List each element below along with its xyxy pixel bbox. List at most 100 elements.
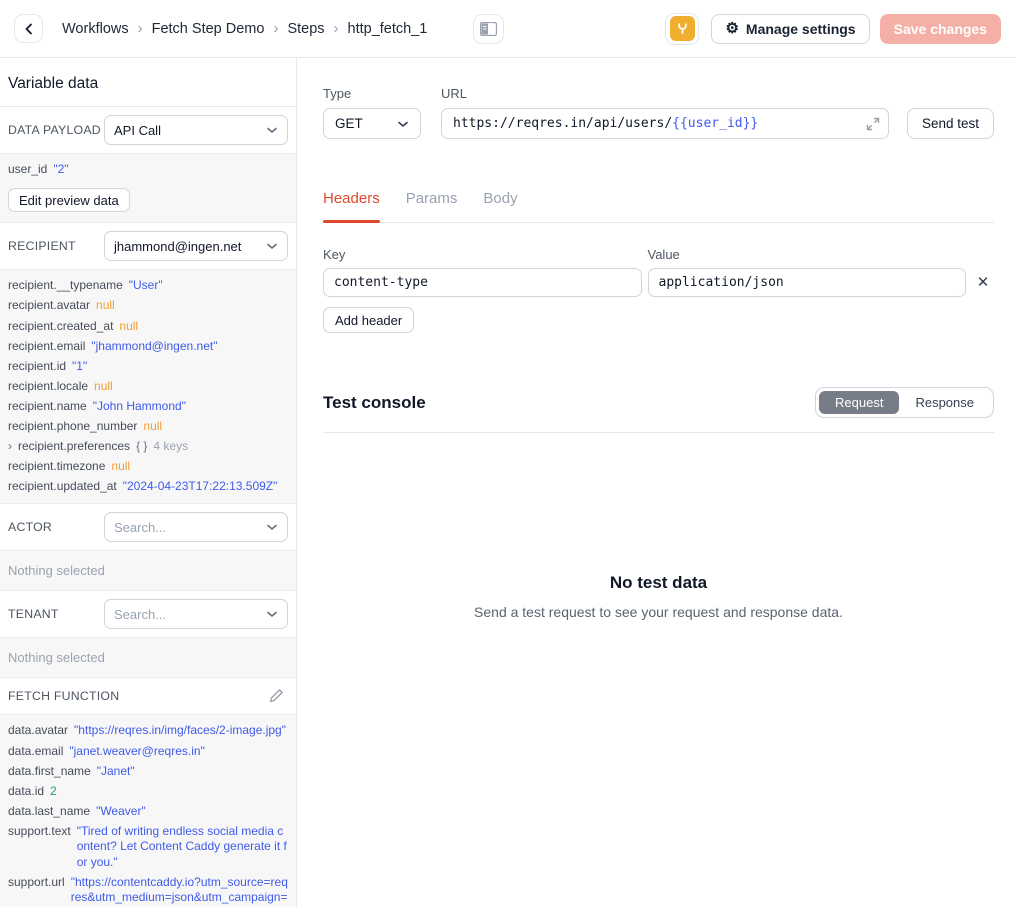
remove-header-button[interactable]: ✕: [972, 273, 994, 292]
toggle-request[interactable]: Request: [819, 391, 899, 414]
tenant-label: TENANT: [8, 607, 59, 621]
kv-value: null: [111, 459, 288, 475]
kv-row: recipient.id "1": [0, 356, 296, 376]
kv-row: recipient.name "John Hammond": [0, 397, 296, 417]
edit-fetch-function-button[interactable]: [264, 686, 288, 706]
fetch-function-section-header: FETCH FUNCTION: [0, 678, 296, 714]
breadcrumb-separator: ›: [273, 20, 278, 37]
kv-value: null: [94, 379, 288, 395]
chevron-down-icon: [266, 242, 278, 250]
chevron-down-icon: [266, 610, 278, 618]
content-area: Variable data DATA PAYLOAD API Call user…: [0, 58, 1015, 907]
fetch-function-data-band: data.avatar "https://reqres.in/img/faces…: [0, 714, 296, 907]
expand-icon[interactable]: [866, 117, 880, 131]
kv-key: data.email: [8, 744, 63, 760]
type-field-group: Type GET: [323, 86, 421, 139]
variable-data-sidebar: Variable data DATA PAYLOAD API Call user…: [0, 58, 297, 907]
manage-settings-button[interactable]: ⚙ Manage settings: [711, 14, 869, 44]
toggle-response[interactable]: Response: [899, 391, 990, 414]
kv-row: data.id 2: [0, 781, 296, 801]
x-icon: ✕: [977, 274, 990, 291]
actor-section-header: ACTOR Search...: [0, 504, 296, 550]
kv-key: recipient.updated_at: [8, 479, 117, 495]
http-method-select[interactable]: GET: [323, 108, 421, 139]
recipient-select[interactable]: jhammond@ingen.net: [104, 231, 288, 261]
chevron-left-icon: [22, 22, 36, 36]
kv-row: recipient.__typename "User": [0, 276, 296, 296]
header-key-input[interactable]: [323, 268, 642, 297]
kv-row: user_id "2": [0, 160, 296, 180]
kv-key: recipient.timezone: [8, 459, 105, 475]
back-button[interactable]: [14, 14, 43, 43]
kv-key: user_id: [8, 162, 47, 178]
kv-key: recipient.email: [8, 339, 85, 355]
kv-key: support.url: [8, 875, 65, 907]
kv-value: "janet.weaver@reqres.in": [69, 744, 288, 760]
kv-key: recipient.created_at: [8, 319, 113, 335]
kv-key: recipient.name: [8, 399, 87, 415]
kv-key: support.text: [8, 824, 71, 871]
actor-label: ACTOR: [8, 520, 52, 534]
tab-headers[interactable]: Headers: [323, 190, 380, 222]
chevron-down-icon: [397, 120, 409, 128]
actor-search-select[interactable]: Search...: [104, 512, 288, 542]
kv-value: "jhammond@ingen.net": [91, 339, 288, 355]
kv-value: "John Hammond": [93, 399, 288, 415]
kv-row: support.url "https://contentcaddy.io?utm…: [0, 873, 296, 907]
breadcrumb-item-workflows[interactable]: Workflows: [62, 21, 129, 37]
tenant-search-select[interactable]: Search...: [104, 599, 288, 629]
kv-row: data.first_name "Janet": [0, 761, 296, 781]
kv-value: null: [143, 419, 288, 435]
fetch-function-label: FETCH FUNCTION: [8, 689, 119, 703]
tab-body[interactable]: Body: [483, 190, 517, 222]
breadcrumb-separator: ›: [138, 20, 143, 37]
recipient-data-band: recipient.__typename "User" recipient.av…: [0, 269, 296, 504]
git-branch-icon: [670, 16, 695, 41]
breadcrumb-item-workflow-name[interactable]: Fetch Step Demo: [152, 21, 265, 37]
expand-chevron-icon[interactable]: ›: [8, 439, 12, 455]
kv-row: recipient.created_at null: [0, 316, 296, 336]
value-column-label: Value: [648, 247, 967, 262]
test-console-header: Test console Request Response: [323, 387, 994, 418]
kv-value: "2": [53, 162, 288, 178]
tab-params[interactable]: Params: [406, 190, 458, 222]
app-root: Workflows › Fetch Step Demo › Steps › ht…: [0, 0, 1015, 907]
add-header-button[interactable]: Add header: [323, 307, 414, 333]
headers-editor: Key Value ✕: [323, 247, 994, 297]
url-input[interactable]: https://reqres.in/api/users/{{user_id}}: [441, 108, 889, 139]
pencil-icon: [268, 688, 284, 704]
step-editor-panel: Type GET URL https://reqres.in/api/users…: [297, 58, 1015, 907]
send-test-button[interactable]: Send test: [907, 108, 994, 139]
kv-row: recipient.avatar null: [0, 296, 296, 316]
save-changes-button[interactable]: Save changes: [880, 14, 1001, 44]
breadcrumb: Workflows › Fetch Step Demo › Steps › ht…: [62, 20, 427, 37]
kv-row: support.text "Tired of writing endless s…: [0, 822, 296, 873]
http-method-value: GET: [335, 116, 363, 131]
edit-preview-data-button[interactable]: Edit preview data: [8, 188, 130, 212]
kv-key: data.id: [8, 784, 44, 800]
chevron-down-icon: [266, 523, 278, 531]
request-response-toggle: Request Response: [815, 387, 994, 418]
publish-status-button[interactable]: [665, 13, 699, 45]
data-payload-select[interactable]: API Call: [104, 115, 288, 145]
kv-value: "Janet": [97, 764, 288, 780]
kv-key: recipient.locale: [8, 379, 88, 395]
sidebar-layout-icon: [480, 22, 497, 36]
kv-key: data.last_name: [8, 804, 90, 820]
sidebar-toggle-button[interactable]: [473, 14, 504, 44]
request-tabs: Headers Params Body: [323, 190, 994, 223]
kv-value: 2: [50, 784, 288, 800]
header-value-input[interactable]: [648, 268, 967, 297]
kv-row: recipient.email "jhammond@ingen.net": [0, 336, 296, 356]
breadcrumb-item-step-name[interactable]: http_fetch_1: [348, 21, 428, 37]
url-variable-token: {{user_id}}: [672, 116, 758, 131]
breadcrumb-item-steps[interactable]: Steps: [287, 21, 324, 37]
sidebar-title: Variable data: [0, 58, 296, 107]
kv-key: data.avatar: [8, 723, 68, 739]
kv-value: "1": [72, 359, 288, 375]
kv-value: null: [96, 298, 288, 314]
tenant-section-header: TENANT Search...: [0, 591, 296, 637]
actor-empty-state: Nothing selected: [0, 550, 296, 591]
kv-row: recipient.phone_number null: [0, 417, 296, 437]
kv-row: data.avatar "https://reqres.in/img/faces…: [0, 721, 296, 741]
